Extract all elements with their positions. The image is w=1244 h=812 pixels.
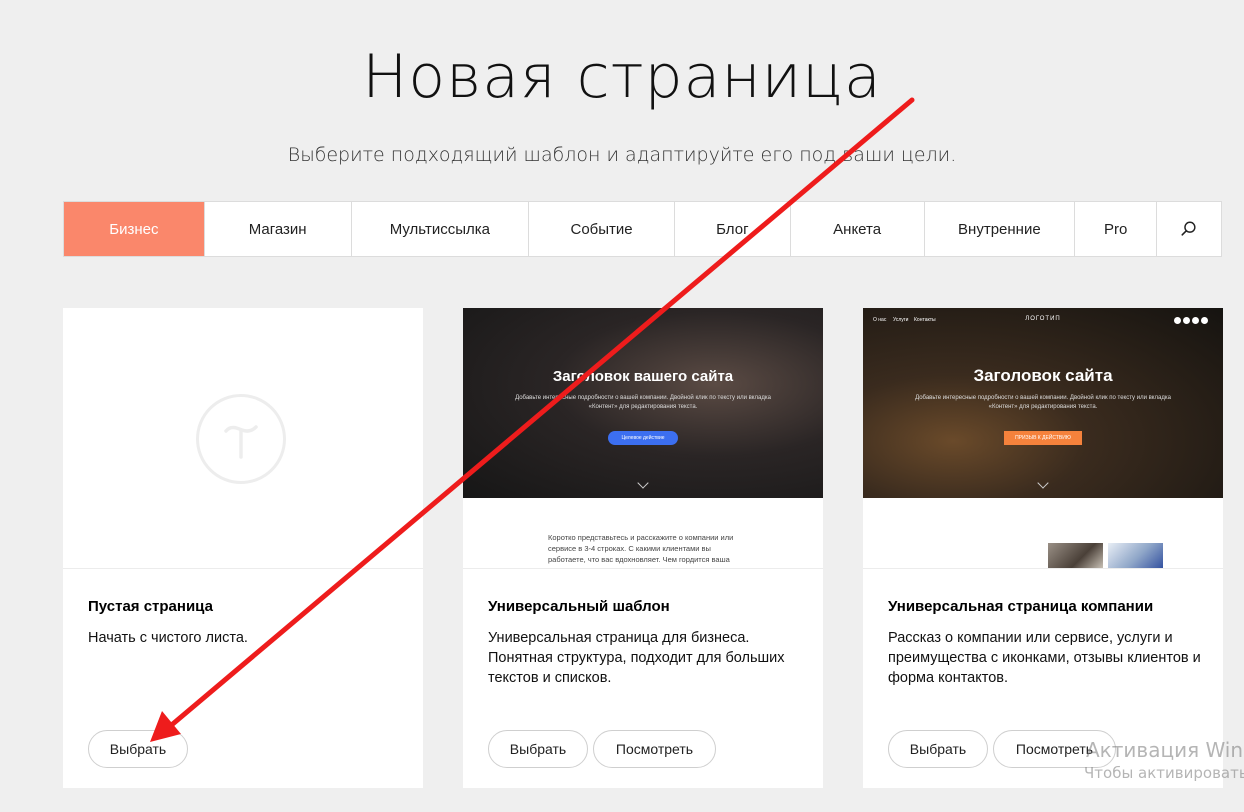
preview-button[interactable]: Посмотреть (593, 730, 716, 768)
search-button[interactable] (1157, 202, 1221, 256)
divider (463, 568, 823, 569)
template-preview[interactable]: О нас Услуги Контакты ЛОГОТИП Заголовок … (863, 308, 1223, 568)
preview-cta: Целевое действие (608, 431, 678, 445)
tab-internal[interactable]: Внутренние (925, 202, 1076, 256)
card-title: Универсальная страница компании (888, 598, 1154, 615)
card-description: Универсальная страница для бизнеса. Поня… (488, 630, 785, 686)
tab-blog[interactable]: Блог (675, 202, 791, 256)
select-button[interactable]: Выбрать (488, 730, 588, 768)
template-preview[interactable]: Заголовок вашего сайта Добавьте интересн… (463, 308, 823, 568)
category-tabs: Бизнес Магазин Мультиссылка Событие Блог… (63, 201, 1222, 257)
template-preview[interactable] (63, 308, 423, 568)
preview-hero-image: О нас Услуги Контакты ЛОГОТИП Заголовок … (863, 308, 1223, 498)
card-title: Пустая страница (88, 598, 213, 615)
card-title: Универсальный шаблон (488, 598, 670, 615)
social-icon (1201, 317, 1208, 324)
tab-shop[interactable]: Магазин (205, 202, 352, 256)
preview-hero-image: Заголовок вашего сайта Добавьте интересн… (463, 308, 823, 498)
divider (63, 568, 423, 569)
tilda-logo-icon (196, 394, 286, 484)
page-subtitle: Выберите подходящий шаблон и адаптируйте… (287, 144, 957, 166)
preview-logo: ЛОГОТИП (1025, 316, 1061, 322)
tab-business[interactable]: Бизнес (64, 202, 205, 256)
social-icon (1183, 317, 1190, 324)
preview-text: Добавьте интересные подробности о вашей … (915, 395, 1171, 410)
select-button[interactable]: Выбрать (88, 730, 188, 768)
chevron-down-icon (637, 477, 649, 489)
tab-event[interactable]: Событие (529, 202, 675, 256)
preview-photo (1048, 543, 1103, 568)
card-description: Начать с чистого листа. (88, 630, 248, 646)
template-card-company: О нас Услуги Контакты ЛОГОТИП Заголовок … (863, 308, 1223, 788)
template-card-universal: Заголовок вашего сайта Добавьте интересн… (463, 308, 823, 788)
preview-cta: ПРИЗЫВ К ДЕЙСТВИЮ (1004, 431, 1082, 445)
preview-body-text: Коротко представьтесь и расскажите о ком… (548, 533, 734, 568)
preview-text: Добавьте интересные подробности о вашей … (515, 395, 771, 410)
social-icon (1192, 317, 1199, 324)
preview-photo (1108, 543, 1163, 568)
tab-form[interactable]: Анкета (791, 202, 925, 256)
activation-watermark-title: Активация Windo (1086, 738, 1244, 762)
divider (863, 568, 1223, 569)
page-title: Новая страница (362, 42, 882, 112)
card-description: Рассказ о компании или сервисе, услуги и… (888, 630, 1201, 686)
tab-multilink[interactable]: Мультиссылка (352, 202, 530, 256)
activation-watermark-text: Чтобы активировать Win (1084, 764, 1244, 782)
preview-heading: Заголовок вашего сайта (552, 368, 734, 385)
chevron-down-icon (1037, 477, 1049, 489)
social-icon (1174, 317, 1181, 324)
tab-pro[interactable]: Pro (1075, 202, 1158, 256)
search-icon (1181, 221, 1196, 236)
select-button[interactable]: Выбрать (888, 730, 988, 768)
preview-heading: Заголовок сайта (973, 366, 1113, 385)
template-card-blank: Пустая страница Начать с чистого листа. … (63, 308, 423, 788)
